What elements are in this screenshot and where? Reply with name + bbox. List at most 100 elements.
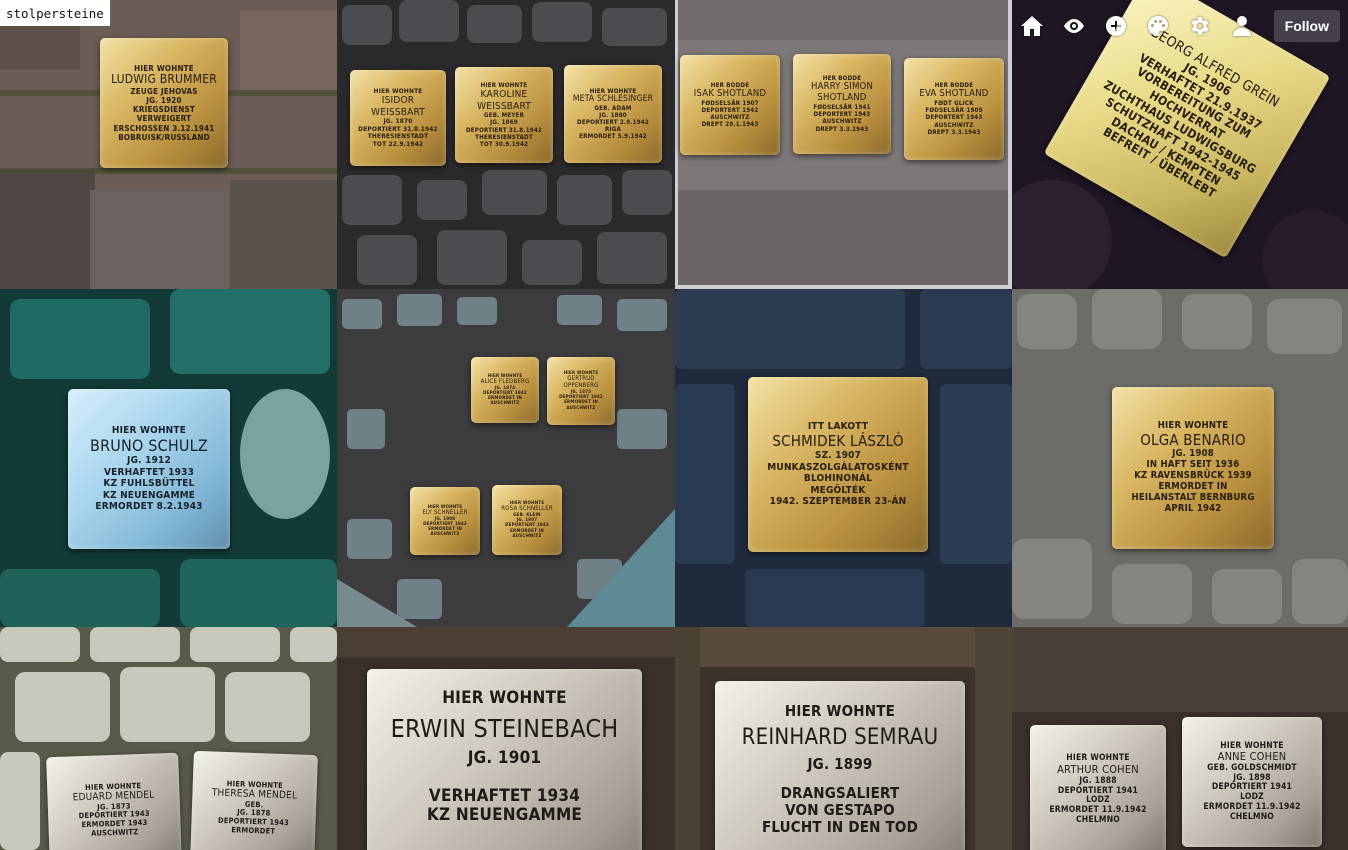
stolperstein-plaque: HIER WOHNTE ISIDOR WEISSBART JG. 1870 DE… — [350, 70, 446, 166]
plaque-line: TOT 22.9.1942 — [372, 139, 424, 148]
plaque-line: CHELMNO — [1075, 814, 1121, 825]
home-icon[interactable] — [1016, 10, 1048, 42]
stolperstein-plaque: HIER WOHNTE ERWIN STEINEBACH JG. 1901 VE… — [367, 669, 642, 850]
photo-tile[interactable]: HIER WOHNTE ERWIN STEINEBACH JG. 1901 VE… — [337, 627, 675, 850]
plaque-line: DEPORTIERT 2.9.1942 — [577, 118, 649, 126]
plaque-line: AUSCHWITZ — [566, 405, 596, 411]
plaque-name: REINHARD SEMRAU — [741, 725, 939, 751]
photo-tile[interactable]: HIER WOHNTE OLGA BENARIO JG. 1908 IN HAF… — [1012, 289, 1348, 627]
plaque-name: SCHMIDEK LÁSZLÓ — [772, 431, 904, 450]
plaque-line: AUSCHWITZ — [490, 401, 520, 407]
plaque-line: FØDSELSÅR 1941 — [813, 104, 871, 112]
plaque-name: KAROLINE — [480, 89, 528, 101]
plaque-line: KZ FUHLSBÜTTEL — [103, 478, 195, 490]
plaque-line: JG. 1912 — [127, 455, 171, 467]
plaque-name: ERWIN STEINEBACH — [390, 713, 619, 743]
plaque-line: KZ NEUENGAMME — [102, 489, 196, 501]
mosaic-background — [337, 289, 675, 627]
plaque-name: ISIDOR — [381, 95, 415, 107]
plaque-line: BOBRUISK/RUSSLAND — [118, 132, 210, 142]
plaque-line: VON GESTAPO — [785, 801, 895, 820]
plaque-line: ERMORDET 8.2.1943 — [95, 501, 203, 513]
top-nav: Follow — [1016, 10, 1340, 42]
stolperstein-plaque: HIER WOHNTE ALICE FLEDBERG JG. 1874 DEPO… — [471, 357, 539, 423]
plaque-line: KZ NEUENGAMME — [426, 805, 583, 826]
plaque-line: ERMORDET 5.9.1942 — [579, 133, 647, 141]
photo-tile[interactable]: HIER WOHNTE EDUARD MENDEL JG. 1873 DEPOR… — [0, 627, 337, 850]
plaque-line: DREPT 3.3.1943 — [927, 128, 981, 136]
plaque-line: DEPORTERT 1942 — [701, 106, 759, 114]
plaque-line: AUSCHWITZ — [91, 826, 139, 838]
blog-title[interactable]: stolpersteine — [0, 0, 110, 26]
plaque-name: LUDWIG BRUMMER — [111, 72, 217, 87]
plaque-line: RIGA — [604, 126, 622, 133]
plaque-line: ERMORDET — [231, 824, 276, 836]
photo-tile[interactable]: HIER WOHNTE BRUNO SCHULZ JG. 1912 VERHAF… — [0, 289, 337, 627]
plaque-line: CHELMNO — [1229, 811, 1275, 822]
stolperstein-plaque: HIER WOHNTE ARTHUR COHEN JG. 1888 DEPORT… — [1030, 725, 1166, 850]
plaque-line: DREPT 3.3.1943 — [815, 125, 869, 133]
stolperstein-plaque: HIER WOHNTE ELY SCHNELLER JG. 1908 DEPOR… — [410, 487, 480, 555]
plaque-line: DREPT 29.1.1943 — [701, 121, 759, 129]
stolperstein-plaque: HER BODDE EVA SHOTLAND FØDT GLICK FØDSEL… — [904, 58, 1004, 160]
plaque-name: OLGA BENARIO — [1140, 431, 1246, 450]
palette-icon[interactable] — [1142, 10, 1174, 42]
plaque-name: BRUNO SCHULZ — [90, 435, 208, 455]
plaque-line: AUSCHWITZ — [710, 114, 750, 122]
plaque-line: JG. 1920 — [146, 96, 182, 106]
plaque-line: DEPORTERT 1943 — [925, 114, 983, 122]
plaque-name: WEISSBART — [477, 100, 531, 112]
plaque-line: VERWEIGERT — [136, 114, 192, 124]
plaque-name: ALICE FLEDBERG — [480, 377, 530, 385]
plaque-line: HIER WOHNTE — [442, 688, 567, 708]
stolperstein-plaque: HIER WOHNTE KAROLINE WEISSBART GEB. MEYE… — [455, 67, 553, 163]
photo-tile[interactable]: HIER WOHNTE ALICE FLEDBERG JG. 1874 DEPO… — [337, 289, 675, 627]
stolperstein-plaque: HIER WOHNTE ANNE COHEN GEB. GOLDSCHMIDT … — [1182, 717, 1322, 847]
plaque-line: GEB. MEYER — [483, 112, 525, 120]
photo-tile[interactable]: HIER WOHNTE ISIDOR WEISSBART JG. 1870 DE… — [337, 0, 675, 289]
photo-tile[interactable]: HER BODDE ISAK SHOTLAND FØDSELSÅR 1907 D… — [675, 0, 1012, 289]
plus-circle-icon[interactable] — [1100, 10, 1132, 42]
plaque-line: AUSCHWITZ — [512, 533, 542, 539]
photo-tile[interactable]: HIER WOHNTE REINHARD SEMRAU JG. 1899 DRA… — [675, 627, 1012, 850]
plaque-line: GEB. ADAM — [594, 104, 632, 112]
plaque-name: ARTHUR COHEN — [1057, 763, 1139, 777]
plaque-line: HIER WOHNTE — [480, 82, 528, 90]
plaque-line: DRANGSALIERT — [780, 783, 900, 802]
photo-tile[interactable]: GEORG ALFRED GREIN JG. 1906 VERHAFTET 21… — [1012, 0, 1348, 289]
plaque-line: AUSCHWITZ — [430, 532, 460, 538]
user-icon[interactable] — [1226, 10, 1258, 42]
stolperstein-plaque: HIER WOHNTE ROSA SCHNELLER GEB. KLEIN JG… — [492, 485, 562, 555]
plaque-line: FØDSELSÅR 1909 — [925, 107, 983, 115]
plaque-line: MUNKASZOLGÁLATOSKÉNT — [767, 461, 909, 473]
photo-tile[interactable]: HIER WOHNTE LUDWIG BRUMMER ZEUGE JEHOVAS… — [0, 0, 337, 289]
plaque-name: ANNE COHEN — [1217, 750, 1287, 764]
follow-button[interactable]: Follow — [1273, 10, 1340, 42]
plaque-line: DEPORTERT 1943 — [813, 111, 871, 119]
plaque-line: SZ. 1907 — [814, 450, 862, 462]
eye-icon[interactable] — [1058, 10, 1090, 42]
plaque-line: 1942. SZEPTEMBER 23-ÁN — [769, 496, 907, 508]
stolperstein-plaque: HIER WOHNTE OLGA BENARIO JG. 1908 IN HAF… — [1112, 387, 1274, 549]
photo-tile[interactable]: HIER WOHNTE ARTHUR COHEN JG. 1888 DEPORT… — [1012, 627, 1348, 850]
plaque-line: HIER WOHNTE — [784, 702, 896, 720]
photo-tile[interactable]: ITT LAKOTT SCHMIDEK LÁSZLÓ SZ. 1907 MUNK… — [675, 289, 1012, 627]
plaque-line: MEGÖLTÉK — [810, 484, 866, 496]
plaque-name: META SCHLESINGER — [572, 93, 654, 104]
gear-icon[interactable] — [1184, 10, 1216, 42]
plaque-line: TOT 30.9.1942 — [479, 140, 529, 148]
plaque-line: DEPORTIERT 31.8.1942 — [465, 126, 542, 134]
stolperstein-plaque: HER BODDE ISAK SHOTLAND FØDSELSÅR 1907 D… — [680, 55, 780, 155]
plaque-line: FØDSELSÅR 1907 — [701, 99, 759, 107]
stolperstein-plaque: HER BODDE HARRY SIMON SHOTLAND FØDSELSÅR… — [793, 54, 891, 154]
stolperstein-plaque: HIER WOHNTE THERESA MENDEL GEB. JG. 1878… — [190, 750, 318, 850]
plaque-line: BLOHINONÁL — [803, 473, 873, 485]
stolperstein-plaque: HIER WOHNTE GERTRUD OPPENBERG JG. 1875 D… — [547, 357, 615, 425]
plaque-name: EVA SHOTLAND — [919, 88, 989, 100]
plaque-name: ELY SCHNELLER — [422, 508, 468, 516]
plaque-line: VERHAFTET 1933 — [103, 466, 195, 478]
plaque-line: THERESIENSTADT — [475, 133, 533, 141]
stolperstein-plaque: HIER WOHNTE META SCHLESINGER GEB. ADAM J… — [564, 65, 662, 163]
plaque-line: KRIEGSDIENST — [133, 105, 195, 115]
plaque-line: AUSCHWITZ — [934, 121, 974, 129]
